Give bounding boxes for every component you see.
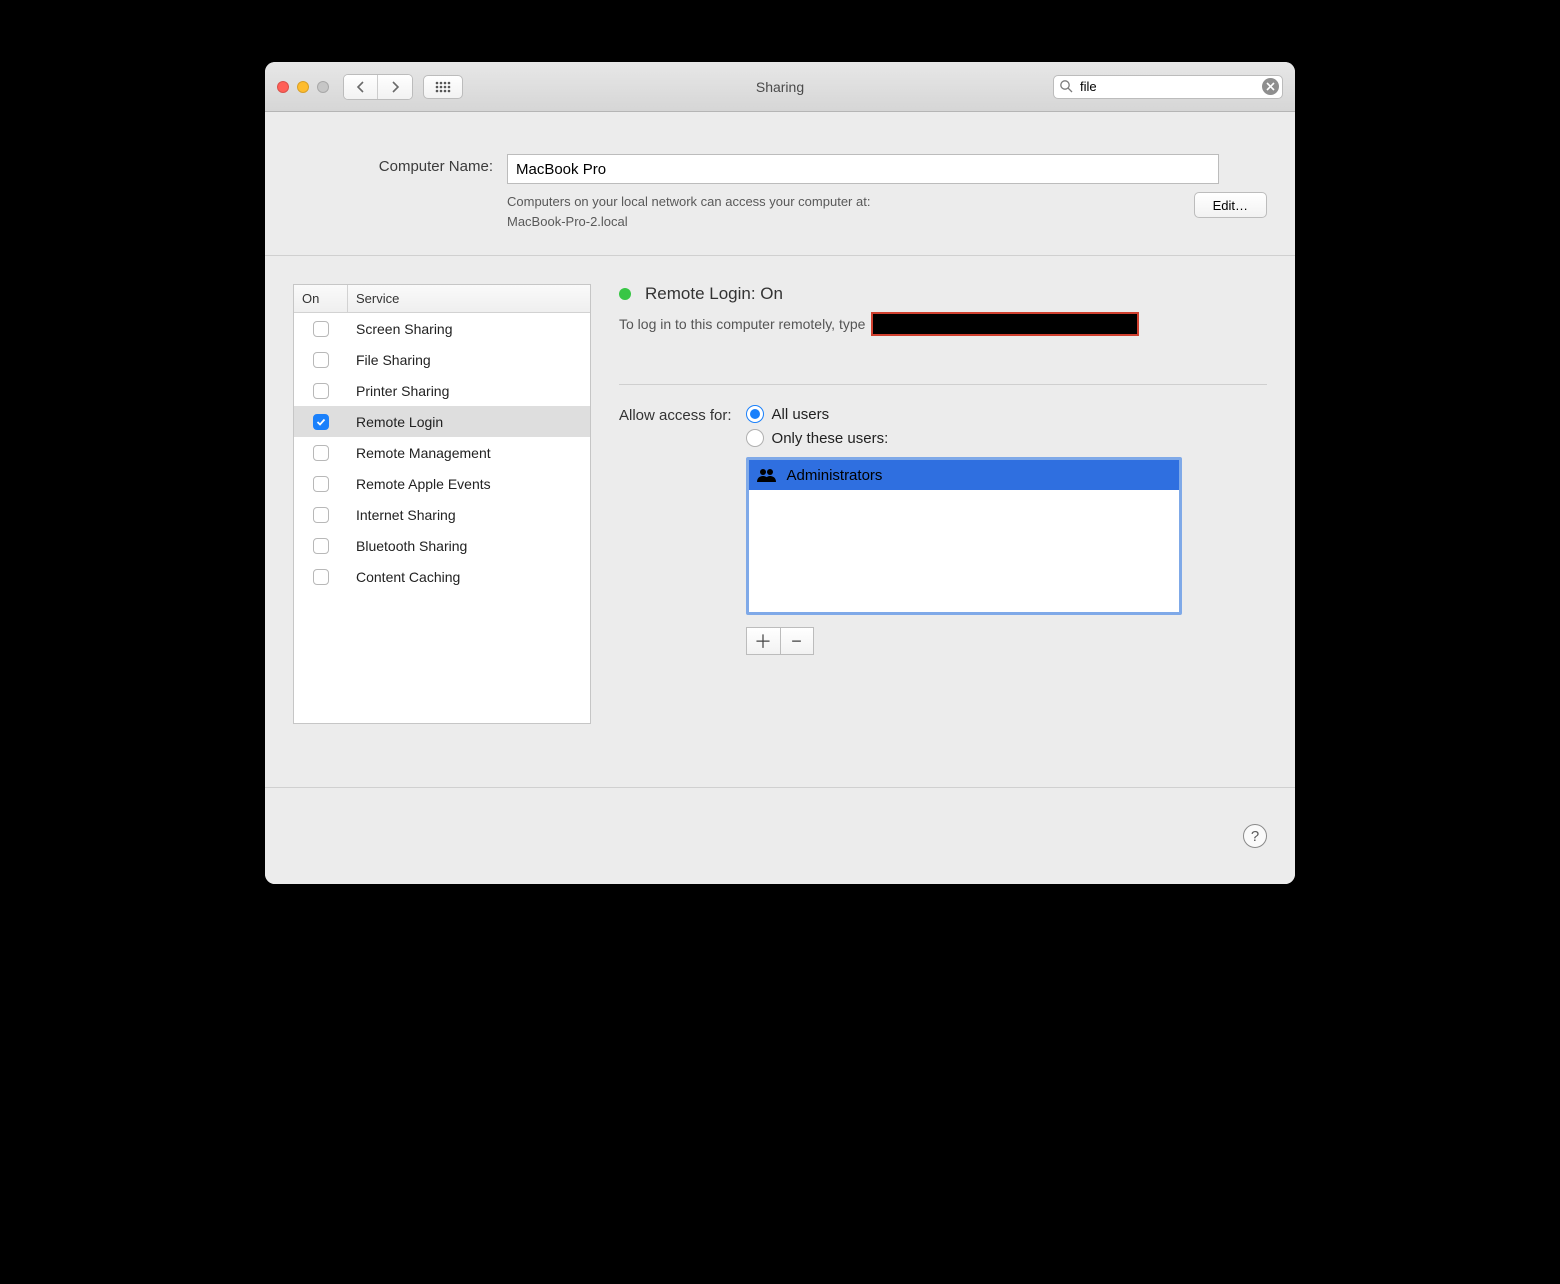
service-row[interactable]: Remote Management — [294, 437, 590, 468]
service-row[interactable]: Internet Sharing — [294, 499, 590, 530]
status-title: Remote Login: On — [645, 284, 783, 304]
access-options: All users Only these users: — [746, 405, 1182, 655]
search-field-container — [1053, 75, 1283, 99]
plus-icon: ＋ — [754, 628, 772, 654]
service-checkbox[interactable] — [313, 538, 329, 554]
service-table-body: Screen Sharing File Sharing Printer Sharin… — [294, 313, 590, 723]
nav-back-forward — [343, 74, 413, 100]
service-row[interactable]: Content Caching — [294, 561, 590, 592]
user-list[interactable]: Administrators — [746, 457, 1182, 615]
close-window-button[interactable] — [277, 81, 289, 93]
search-icon — [1059, 79, 1073, 96]
service-label: Printer Sharing — [348, 383, 590, 399]
remove-user-button[interactable]: − — [780, 627, 814, 655]
user-list-controls: ＋ − — [746, 627, 1182, 655]
back-button[interactable] — [344, 75, 378, 99]
service-table: On Service Screen Sharing File Sharing Pri… — [293, 284, 591, 724]
radio-all-users[interactable]: All users — [746, 405, 1182, 423]
grid-icon — [435, 81, 451, 93]
service-checkbox[interactable] — [313, 507, 329, 523]
service-checkbox[interactable] — [313, 383, 329, 399]
computer-name-help-line2: MacBook-Pro-2.local — [507, 214, 628, 229]
login-prefix: To log in to this computer remotely, typ… — [619, 316, 865, 332]
radio-only-users-label: Only these users: — [772, 430, 889, 447]
service-row[interactable]: Printer Sharing — [294, 375, 590, 406]
chevron-right-icon — [391, 81, 400, 93]
access-label: Allow access for: — [619, 405, 732, 424]
header-on[interactable]: On — [294, 285, 348, 312]
service-label: File Sharing — [348, 352, 590, 368]
service-row[interactable]: Bluetooth Sharing — [294, 530, 590, 561]
service-checkbox[interactable] — [313, 321, 329, 337]
status-row: Remote Login: On — [619, 284, 1267, 304]
service-label: Remote Apple Events — [348, 476, 590, 492]
minus-icon: − — [791, 631, 802, 652]
search-input[interactable] — [1053, 75, 1283, 99]
chevron-left-icon — [356, 81, 365, 93]
service-table-header: On Service — [294, 285, 590, 313]
computer-name-help: Computers on your local network can acce… — [507, 192, 1067, 231]
radio-only-users[interactable]: Only these users: — [746, 429, 1182, 447]
computer-name-help-line1: Computers on your local network can acce… — [507, 194, 870, 209]
help-icon: ? — [1251, 828, 1259, 845]
header-service[interactable]: Service — [348, 285, 590, 312]
forward-button[interactable] — [378, 75, 412, 99]
separator — [619, 384, 1267, 385]
check-icon — [316, 417, 326, 427]
service-checkbox[interactable] — [313, 476, 329, 492]
users-icon — [757, 468, 777, 482]
service-row[interactable]: Screen Sharing — [294, 313, 590, 344]
status-indicator-icon — [619, 288, 631, 300]
service-checkbox[interactable] — [313, 414, 329, 430]
computer-name-section: Computer Name: Computers on your local n… — [265, 112, 1295, 256]
computer-name-input[interactable] — [507, 154, 1219, 184]
service-row[interactable]: Remote Login — [294, 406, 590, 437]
user-list-item-label: Administrators — [787, 467, 883, 484]
radio-all-users-label: All users — [772, 406, 830, 423]
access-row: Allow access for: All users Only these u… — [619, 405, 1267, 655]
add-user-button[interactable]: ＋ — [746, 627, 780, 655]
service-checkbox[interactable] — [313, 352, 329, 368]
footer: ? — [265, 788, 1295, 884]
service-label: Bluetooth Sharing — [348, 538, 590, 554]
service-row[interactable]: Remote Apple Events — [294, 468, 590, 499]
login-instruction: To log in to this computer remotely, typ… — [619, 312, 1267, 336]
sharing-window: Sharing Computer Name: Computers on your… — [265, 62, 1295, 884]
minimize-window-button[interactable] — [297, 81, 309, 93]
service-detail: Remote Login: On To log in to this compu… — [619, 284, 1267, 771]
show-all-button[interactable] — [423, 75, 463, 99]
clear-search-button[interactable] — [1262, 78, 1279, 95]
edit-hostname-button[interactable]: Edit… — [1194, 192, 1267, 218]
service-row[interactable]: File Sharing — [294, 344, 590, 375]
radio-icon — [746, 429, 764, 447]
service-label: Remote Login — [348, 414, 590, 430]
close-icon — [1266, 82, 1275, 91]
redacted-ssh-command — [871, 312, 1139, 336]
service-label: Screen Sharing — [348, 321, 590, 337]
service-label: Remote Management — [348, 445, 590, 461]
window-controls — [277, 81, 329, 93]
service-checkbox[interactable] — [313, 569, 329, 585]
service-checkbox[interactable] — [313, 445, 329, 461]
user-list-item[interactable]: Administrators — [749, 460, 1179, 490]
titlebar: Sharing — [265, 62, 1295, 112]
help-button[interactable]: ? — [1243, 824, 1267, 848]
service-label: Internet Sharing — [348, 507, 590, 523]
service-label: Content Caching — [348, 569, 590, 585]
computer-name-label: Computer Name: — [293, 154, 493, 175]
main-content: On Service Screen Sharing File Sharing Pri… — [265, 256, 1295, 788]
radio-icon — [746, 405, 764, 423]
zoom-window-button[interactable] — [317, 81, 329, 93]
